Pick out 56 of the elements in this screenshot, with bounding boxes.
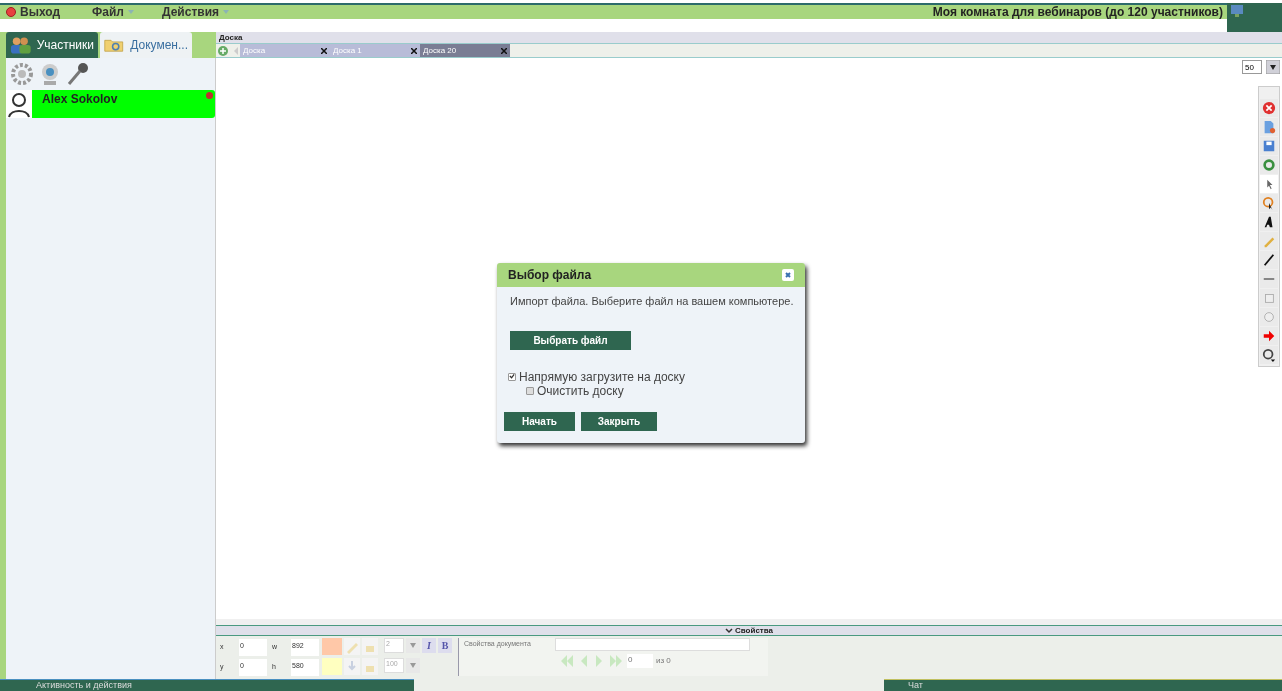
tool-button[interactable] [1260,251,1278,269]
checkbox-label: Очистить доску [537,383,624,398]
participant-name: Alex Sokolov [42,91,118,108]
line-color-swatch[interactable] [322,638,342,655]
start-button[interactable]: Начать [504,411,575,431]
power-icon [6,6,16,17]
board-title: Доска [216,32,1282,43]
close-icon [1262,101,1276,115]
close-icon[interactable] [782,269,794,281]
cursor-circle-icon [1262,196,1276,210]
dialog-title: Выбор файла [508,267,592,284]
add-icon[interactable] [218,45,228,56]
fill-color-swatch[interactable] [322,658,342,675]
microphone-icon[interactable] [66,62,90,86]
page-count: из 0 [656,655,671,667]
activity-panel-header[interactable]: Активность и действия [0,679,414,691]
close-icon[interactable] [321,47,327,54]
circle-icon [1262,310,1276,324]
caret-icon [127,9,134,14]
checkbox-label: Напрямую загрузите на доску [519,369,685,384]
checkbox[interactable] [508,372,516,381]
menu-item[interactable]: Действия [162,2,232,21]
document-icon [1262,120,1276,134]
caret-icon [223,9,230,14]
close-button[interactable]: Закрыть [581,411,657,431]
arrow-icon [1262,329,1276,343]
chevron-down-icon[interactable] [725,627,733,634]
chat-panel-header[interactable]: Чат [884,679,1282,691]
menu-item[interactable]: Выход [0,2,92,21]
line-icon [1262,253,1276,267]
page-field[interactable]: 0 [627,654,653,668]
close-icon[interactable] [501,47,507,54]
tool-button[interactable] [1260,213,1278,231]
avatar-icon [6,90,32,118]
people-icon [10,36,31,54]
save-icon [1262,139,1276,153]
fill-icon[interactable] [344,658,360,675]
checkbox[interactable] [526,386,534,395]
square-icon [1262,291,1276,305]
dialog-message: Импорт файла. Выберите файл на вашем компьютере. [510,294,794,309]
left-arrow-icon[interactable] [232,45,240,56]
italic-button[interactable]: I [422,638,436,653]
close-icon[interactable] [411,47,417,54]
properties-title: Свойства [735,624,773,637]
tab[interactable]: Докумен... [100,32,192,58]
zoom-field[interactable]: 50 [1242,60,1262,74]
tab[interactable]: Участники [6,32,98,58]
dropdown-arrow-icon[interactable] [1266,60,1280,74]
bold-button[interactable]: B [438,638,452,653]
board-tab[interactable]: Доска 20 [420,44,510,57]
menu-item[interactable]: Файл [92,2,162,21]
room-title: Моя комната для вебинаров (до 120 участников) [932,3,1224,21]
gear-icon[interactable] [10,62,34,86]
choose-file-button[interactable]: Выбрать файл [510,330,631,350]
monitor-icon[interactable] [1230,4,1244,18]
participant-row[interactable]: Alex Sokolov [6,90,215,118]
